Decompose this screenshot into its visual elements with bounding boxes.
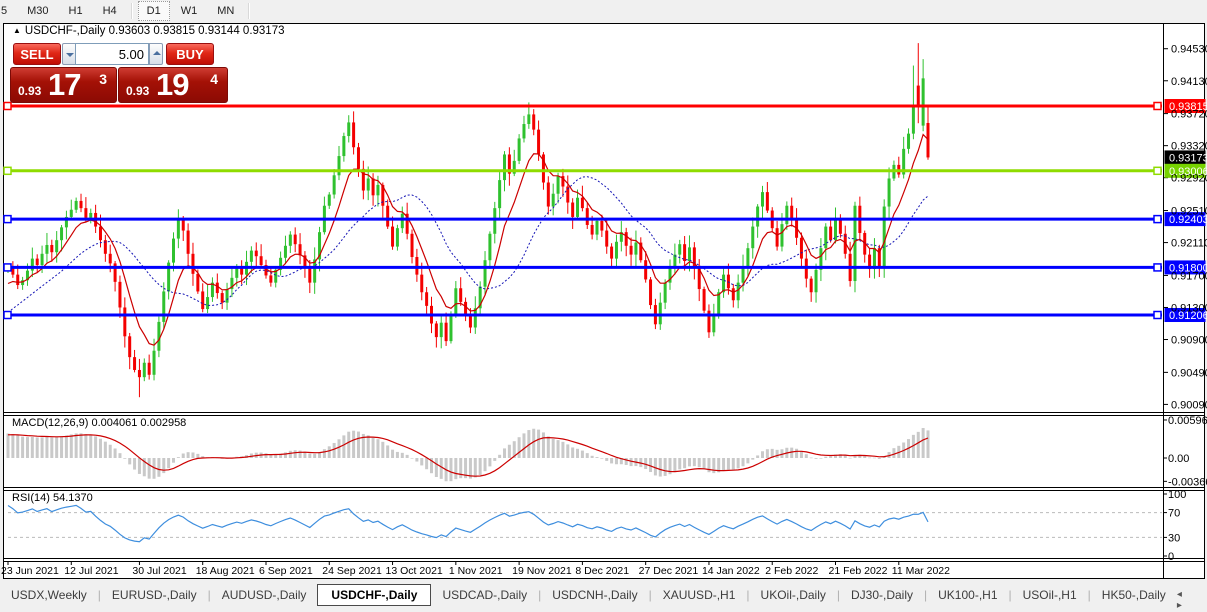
rsi-indicator-label: RSI(14) 54.1370 <box>12 492 93 504</box>
chart-tab-bar: USDX,Weekly|EURUSD-,Daily|AUDUSD-,DailyU… <box>0 581 1207 612</box>
tab-usdx-weekly[interactable]: USDX,Weekly <box>0 585 98 605</box>
date-tick-label: 24 Sep 2021 <box>322 565 382 577</box>
tab-uk100-h1[interactable]: UK100-,H1 <box>927 585 1008 605</box>
tab-usdcnh-daily[interactable]: USDCNH-,Daily <box>541 585 648 605</box>
tab-usdchf-daily[interactable]: USDCHF-,Daily <box>317 584 431 606</box>
buy-price-prefix: 0.93 <box>126 84 149 98</box>
date-tick-label: 30 Jul 2021 <box>132 565 186 577</box>
volume-decrease-button[interactable] <box>62 43 76 65</box>
price-badge-label: 0.93815 <box>1169 101 1207 113</box>
price-tick-label: 0.90900 <box>1171 335 1207 347</box>
price-badge-label: 0.91800 <box>1169 262 1207 274</box>
price-tick-label: 0.94130 <box>1171 76 1207 88</box>
buy-price-pip-digit: 4 <box>210 71 218 87</box>
date-tick-label: 8 Dec 2021 <box>575 565 629 577</box>
hline-handle[interactable] <box>1154 216 1161 223</box>
chart-ohlc-values: 0.93603 0.93815 0.93144 0.93173 <box>109 25 285 37</box>
date-tick-label: 1 Nov 2021 <box>449 565 503 577</box>
spinner-up-icon <box>153 51 161 55</box>
collapse-triangle-icon[interactable]: ▲ <box>13 26 21 35</box>
sell-button[interactable]: SELL <box>13 43 61 65</box>
price-tick-label: 0.92110 <box>1171 238 1207 250</box>
volume-increase-button[interactable] <box>149 43 163 65</box>
price-tick-label: 0.90090 <box>1171 399 1207 411</box>
price-tick-label: 0.90490 <box>1171 367 1207 379</box>
date-tick-label: 23 Jun 2021 <box>1 565 59 577</box>
price-badge-label: 0.91206 <box>1169 310 1207 322</box>
date-tick-label: 21 Feb 2022 <box>829 565 888 577</box>
macd-values: 0.004061 0.002958 <box>91 417 186 429</box>
price-badge-label: 0.93006 <box>1169 166 1207 178</box>
date-tick-label: 11 Mar 2022 <box>892 565 950 577</box>
hline-handle[interactable] <box>1154 312 1161 319</box>
hline-handle[interactable] <box>4 264 11 271</box>
hline-handle[interactable] <box>1154 264 1161 271</box>
volume-input[interactable] <box>75 43 149 65</box>
macd-tick-label: 0.005963 <box>1168 415 1207 427</box>
rsi-tick-label: 70 <box>1168 508 1180 520</box>
sell-price-big-digits: 17 <box>48 67 80 103</box>
tab-hk50-daily[interactable]: HK50-,Daily <box>1091 585 1177 605</box>
tab-usdcad-daily[interactable]: USDCAD-,Daily <box>431 585 538 605</box>
tab-audusd-daily[interactable]: AUDUSD-,Daily <box>211 585 318 605</box>
buy-price-big-digits: 19 <box>156 67 188 103</box>
rsi-tick-label: 30 <box>1168 532 1180 544</box>
sell-price-pip-digit: 3 <box>99 71 107 87</box>
date-tick-label: 2 Feb 2022 <box>765 565 818 577</box>
price-tick-label: 0.93320 <box>1171 141 1207 153</box>
tab-ukoil-daily[interactable]: UKOil-,Daily <box>750 585 837 605</box>
hline-handle[interactable] <box>4 312 11 319</box>
tab-dj30-daily[interactable]: DJ30-,Daily <box>840 585 924 605</box>
date-tick-label: 19 Nov 2021 <box>512 565 572 577</box>
rsi-tick-label: 0 <box>1168 551 1174 563</box>
chart-symbol-label: USDCHF-,Daily <box>25 25 106 37</box>
tab-xauusd-h1[interactable]: XAUUSD-,H1 <box>652 585 747 605</box>
hline-handle[interactable] <box>1154 167 1161 174</box>
tab-scroll-arrows[interactable]: ◂ ▸ <box>1177 589 1197 611</box>
buy-button[interactable]: BUY <box>166 43 214 65</box>
price-badge-label: 0.93173 <box>1169 152 1207 164</box>
hline-handle[interactable] <box>4 103 11 110</box>
rsi-value: 54.1370 <box>53 492 93 504</box>
hline-handle[interactable] <box>1154 103 1161 110</box>
spinner-down-icon <box>66 53 74 57</box>
macd-tick-label: 0.00 <box>1168 453 1189 465</box>
date-tick-label: 14 Jan 2022 <box>702 565 760 577</box>
hline-handle[interactable] <box>4 167 11 174</box>
tab-usoil-h1[interactable]: USOil-,H1 <box>1012 585 1088 605</box>
sell-quote-box[interactable]: 0.93 17 3 <box>10 67 117 103</box>
date-tick-label: 13 Oct 2021 <box>386 565 443 577</box>
macd-tick-label: -0.00366 <box>1168 476 1207 488</box>
one-click-trade-panel: SELL BUY 0.93 17 3 0.93 19 4 <box>10 43 228 103</box>
date-tick-label: 12 Jul 2021 <box>64 565 118 577</box>
buy-quote-box[interactable]: 0.93 19 4 <box>118 67 228 103</box>
price-badge-label: 0.92403 <box>1169 214 1207 226</box>
trading-terminal: 5M30H1H4D1W1MN 0.945300.941300.937200.93… <box>0 0 1207 612</box>
date-tick-label: 18 Aug 2021 <box>196 565 255 577</box>
trade-panel-controls: SELL BUY <box>10 43 228 65</box>
date-tick-label: 27 Dec 2021 <box>639 565 699 577</box>
sell-price-prefix: 0.93 <box>18 84 41 98</box>
date-tick-label: 6 Sep 2021 <box>259 565 313 577</box>
hline-handle[interactable] <box>4 216 11 223</box>
chart-title: ▲ USDCHF-,Daily 0.93603 0.93815 0.93144 0… <box>13 25 285 37</box>
macd-indicator-label: MACD(12,26,9) 0.004061 0.002958 <box>12 417 186 429</box>
rsi-tick-label: 100 <box>1168 489 1186 501</box>
tab-eurusd-daily[interactable]: EURUSD-,Daily <box>101 585 208 605</box>
price-tick-label: 0.94530 <box>1171 44 1207 56</box>
